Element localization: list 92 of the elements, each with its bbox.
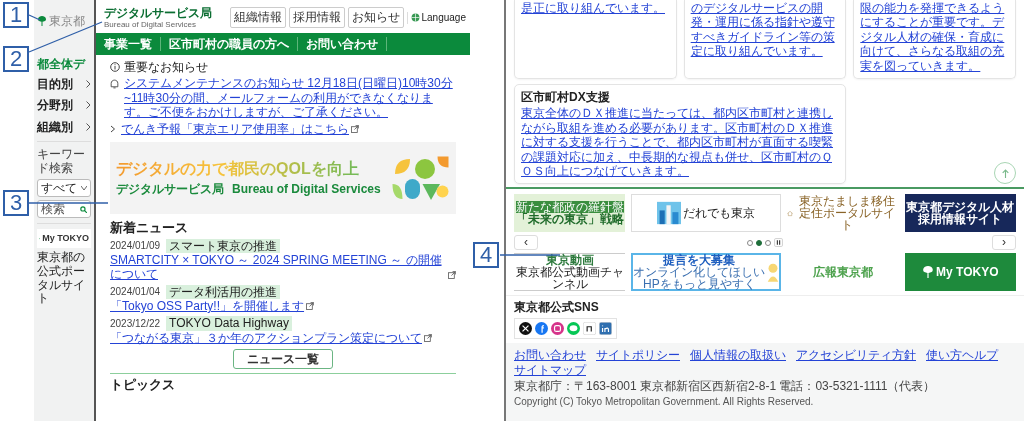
social-media-icon[interactable] bbox=[519, 321, 532, 335]
globe-icon bbox=[410, 13, 420, 23]
banner-text: 提言を大募集 bbox=[663, 254, 736, 267]
news-date: 2024/01/04 bbox=[110, 285, 161, 298]
language-link[interactable]: Language bbox=[406, 12, 466, 24]
news-category-tag: TOKYO Data Highway bbox=[166, 316, 292, 331]
carousel-dot[interactable] bbox=[756, 239, 762, 246]
link-banner[interactable]: 東京たましま移住定住ポータルサイト bbox=[787, 194, 899, 233]
news-category-tag: データ利活用の推進 bbox=[166, 284, 281, 300]
callout-number: 2 bbox=[3, 46, 29, 72]
banner-text: My TOKYO bbox=[936, 266, 999, 279]
callout-number: 1 bbox=[3, 2, 29, 28]
portal-banner[interactable]: My TOKYO bbox=[37, 229, 91, 248]
nav-link[interactable]: 事業一覧 bbox=[96, 36, 161, 52]
next-button[interactable]: › bbox=[992, 235, 1016, 251]
city-skyline-icon bbox=[657, 200, 682, 227]
portal-caption: 東京都の公式ポータルサイト bbox=[37, 250, 86, 307]
carousel-dot[interactable] bbox=[765, 239, 771, 246]
link-banner[interactable]: 提言を大募集 オンライン化してほしい HPをもっと見やすく bbox=[631, 253, 782, 292]
hero-bureau-name: デジタルサービス局 bbox=[116, 182, 224, 197]
banner-text: オンライン化してほしい bbox=[633, 266, 766, 279]
sidebar-menu-item[interactable]: 組織別 bbox=[37, 119, 73, 134]
section-heading: 東京都公式SNS bbox=[514, 300, 600, 315]
caret-icon bbox=[81, 185, 87, 190]
banner-text: 広報東京都 bbox=[813, 266, 873, 279]
carousel-dot[interactable] bbox=[747, 239, 753, 246]
link-banner[interactable]: だれでも東京 bbox=[631, 194, 782, 233]
news-list-button[interactable]: ニュース一覧 bbox=[233, 349, 333, 370]
callout-number: 4 bbox=[473, 242, 499, 268]
banner-text: 採用情報サイト bbox=[918, 213, 1003, 226]
news-link[interactable]: SMARTCITY × TOKYO ～ 2024 SPRING MEETING ～ の開催について bbox=[110, 252, 446, 282]
sidebar-menu-item[interactable]: 分野別 bbox=[37, 98, 73, 113]
header-link-button[interactable]: 採用情報 bbox=[288, 7, 345, 29]
leader-line bbox=[499, 254, 561, 256]
banner-text: 「未来の東京」戦略 bbox=[515, 213, 624, 226]
footer-link[interactable]: お問い合わせ bbox=[514, 347, 586, 363]
news-date: 2023/12/22 bbox=[110, 317, 161, 330]
bell-icon bbox=[110, 79, 119, 90]
pause-icon[interactable] bbox=[774, 238, 783, 248]
header-link-button[interactable]: お知らせ bbox=[347, 7, 404, 29]
banner-text: 東京都デジタル人材 bbox=[906, 201, 1015, 214]
notice-link[interactable]: でんき予報「東京エリア使用率」はこちら bbox=[121, 121, 349, 136]
footer-link[interactable]: サイトポリシー bbox=[596, 347, 680, 363]
chevron-icon bbox=[110, 124, 116, 133]
callout-number: 3 bbox=[3, 190, 29, 216]
banner-text: だれでも東京 bbox=[683, 207, 756, 220]
news-link[interactable]: 「Tokyo OSS Party!!」を開催します bbox=[110, 299, 305, 314]
site-title[interactable]: デジタルサービス局 bbox=[104, 6, 212, 21]
notice-link[interactable]: システムメンテナンスのお知らせ 12月18日(日曜日)10時30分~11時30分の間、メールフォームの利用ができなくなります。ご不便をおかけしますが、ご了承ください。 bbox=[124, 76, 456, 120]
footer-link[interactable]: 使い方ヘルプ bbox=[926, 347, 998, 363]
link-banner[interactable]: My TOKYO bbox=[904, 253, 1016, 292]
banner-text: 東京都公式動画チャンネル bbox=[514, 266, 625, 291]
banner-text: 新たな都政の羅針盤 bbox=[515, 201, 624, 214]
hero-bureau-english: Bureau of Digital Services bbox=[232, 182, 381, 197]
news-link[interactable]: 「つながる東京」３か年のアクションプラン策定について bbox=[110, 330, 422, 346]
scope-select[interactable]: すべて bbox=[37, 178, 91, 198]
banner-text: 東京動画 bbox=[545, 254, 594, 267]
footer-link[interactable]: アクセシビリティ方針 bbox=[796, 347, 916, 363]
up-arrow-icon bbox=[1001, 168, 1009, 178]
card-link[interactable]: のデジタルサービスの開発・運用に係る指針や遵守すべきガイドライン等の策定に取り組んでいます。 bbox=[690, 1, 840, 59]
site-subtitle: Bureau of Digital Services bbox=[104, 20, 198, 30]
search-label: キーワード検索 bbox=[37, 146, 86, 176]
copyright-text: Copyright (C) Tokyo Metropolitan Government. All Rights Reserved. bbox=[514, 395, 815, 408]
info-icon bbox=[110, 62, 120, 73]
notice-heading: 重要なお知らせ bbox=[124, 60, 208, 75]
chevron-icon bbox=[86, 122, 91, 131]
banner-text: 東京たましま移住定住ポータルサイト bbox=[798, 195, 897, 232]
chevron-icon bbox=[86, 101, 91, 110]
card-link[interactable]: 是正に取り組んでいます。 bbox=[521, 1, 670, 16]
nav-link[interactable]: お問い合わせ bbox=[298, 36, 387, 52]
card-link[interactable]: 限の能力を発揮できるようにすることが重要です。デジタル人材の確保・育成に向けて、さらなる取組の充実を図っていきます。 bbox=[860, 1, 1009, 73]
address-text: 東京都庁：〒163-8001 東京都新宿区西新宿2-8-1 電話：03-5321-1111（代表） bbox=[514, 379, 937, 394]
sidebar-menu-item[interactable]: 目的別 bbox=[37, 76, 73, 92]
footer-link[interactable]: 個人情報の取扱い bbox=[690, 347, 786, 363]
card-link[interactable]: 東京全体のＤＸ推進に当たっては、都内区市町村と連携しながら取組を進める必要があります。区市町村のＤＸ推進に対する支援を行うことで、都内区市町村が直面する喫緊の課題対応に加え、中長期的な視点も併せ、区市町村のＱＯＳ向上につなげていきます。 bbox=[521, 106, 840, 179]
header-link-button[interactable]: 組織情報 bbox=[229, 7, 286, 29]
news-category-tag: スマート東京の推進 bbox=[166, 238, 281, 253]
section-heading: 新着ニュース bbox=[110, 219, 189, 236]
previous-button[interactable]: ‹ bbox=[514, 235, 538, 251]
link-banner[interactable]: 東京都デジタル人材 採用情報サイト bbox=[904, 194, 1016, 233]
chevron-icon bbox=[86, 79, 91, 88]
link-banner[interactable]: 東京動画 東京都公式動画チャンネル bbox=[514, 253, 626, 292]
footer-link[interactable]: サイトマップ bbox=[514, 363, 586, 378]
search-icon bbox=[80, 206, 87, 214]
news-date: 2024/01/09 bbox=[110, 239, 161, 252]
banner-text: HPをもっと見やすく bbox=[643, 278, 756, 291]
nav-link[interactable]: 区市町村の職員の方へ bbox=[161, 36, 298, 52]
section-heading: トピックス bbox=[110, 377, 176, 393]
social-media-icon[interactable] bbox=[583, 321, 596, 335]
card-title: 区市町村DX支援 bbox=[521, 89, 611, 105]
link-banner[interactable]: 新たな都政の羅針盤 「未来の東京」戦略 bbox=[514, 194, 626, 233]
sidebar-link[interactable]: 都全体デ bbox=[37, 57, 85, 72]
